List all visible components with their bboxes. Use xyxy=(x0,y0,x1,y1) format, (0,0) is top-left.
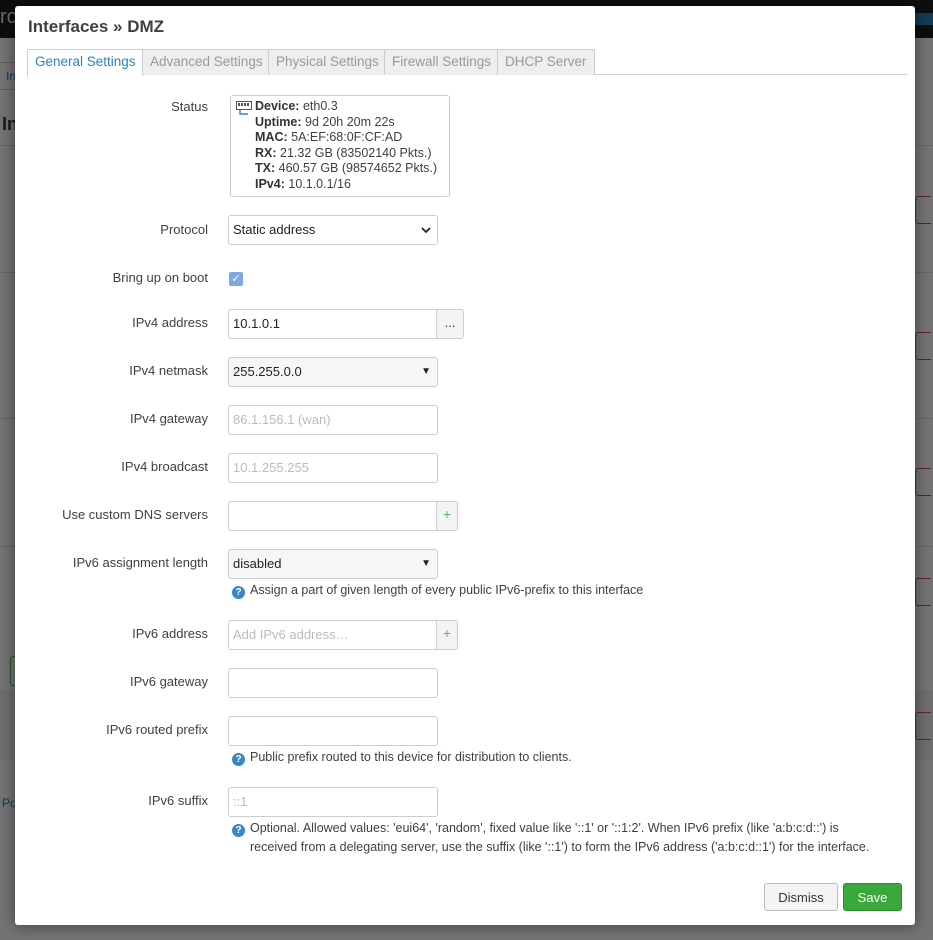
boot-label: Bring up on boot xyxy=(112,270,208,285)
ipv6-prefix-input[interactable] xyxy=(228,716,438,746)
dns-add-button[interactable]: + xyxy=(436,501,458,531)
ipv4-address-input[interactable]: 10.1.0.1 xyxy=(228,309,437,339)
help-icon: ? xyxy=(232,753,245,766)
network-port-icon xyxy=(236,101,252,115)
dns-label: Use custom DNS servers xyxy=(62,507,208,522)
ipv4-address-more-button[interactable]: ... xyxy=(436,309,464,339)
dropdown-arrow-icon: ▼ xyxy=(421,366,431,377)
ipv6-address-add-button[interactable]: + xyxy=(436,620,458,650)
dismiss-button[interactable]: Dismiss xyxy=(764,883,838,911)
dialog-title: Interfaces » DMZ xyxy=(28,17,165,36)
tab-physical-settings[interactable]: Physical Settings xyxy=(268,49,387,75)
status-ipv4: IPv4: 10.1.0.1/16 xyxy=(255,176,351,191)
ipv6-prefix-help: Public prefix routed to this device for … xyxy=(250,750,572,764)
tab-advanced-settings[interactable]: Advanced Settings xyxy=(142,49,271,75)
ipv4-broadcast-label: IPv4 broadcast xyxy=(121,459,208,474)
ipv6-suffix-help: Optional. Allowed values: 'eui64', 'rand… xyxy=(250,819,869,857)
help-icon: ? xyxy=(232,824,245,837)
ipv4-netmask-label: IPv4 netmask xyxy=(129,363,208,378)
ipv4-netmask-value: 255.255.0.0 xyxy=(233,364,302,379)
tab-firewall-settings[interactable]: Firewall Settings xyxy=(384,49,500,75)
ipv4-gateway-label: IPv4 gateway xyxy=(129,411,208,426)
boot-checkbox[interactable]: ✓ xyxy=(229,272,243,286)
ipv6-address-input[interactable]: Add IPv6 address… xyxy=(228,620,437,650)
ipv6-address-label: IPv6 address xyxy=(132,626,208,641)
ipv6-gateway-label: IPv6 gateway xyxy=(129,674,208,689)
tab-dhcp-server[interactable]: DHCP Server xyxy=(497,49,595,75)
ipv6-suffix-input[interactable]: ::1 xyxy=(228,787,438,817)
dns-input[interactable] xyxy=(228,501,437,531)
ipv4-broadcast-input[interactable]: 10.1.255.255 xyxy=(228,453,438,483)
ipv4-netmask-select[interactable]: 255.255.0.0 ▼ xyxy=(228,357,438,387)
tab-bar: General Settings Advanced Settings Physi… xyxy=(27,49,907,76)
status-tx: TX: 460.57 GB (98574652 Pkts.) xyxy=(255,161,438,175)
dropdown-arrow-icon: ▼ xyxy=(421,558,431,569)
chevron-down-icon xyxy=(421,227,431,234)
status-mac: MAC: 5A:EF:68:0F:CF:AD xyxy=(255,130,403,144)
save-button[interactable]: Save xyxy=(843,883,902,911)
protocol-select[interactable]: Static address xyxy=(228,215,438,245)
interface-edit-dialog: Interfaces » DMZ General Settings Advanc… xyxy=(15,6,915,925)
protocol-label: Protocol xyxy=(160,222,208,237)
status-rx: RX: 21.32 GB (83502140 Pkts.) xyxy=(255,145,432,160)
protocol-value: Static address xyxy=(233,222,316,237)
status-uptime: Uptime: 9d 20h 20m 22s xyxy=(255,114,395,129)
status-label: Status xyxy=(171,99,208,114)
ipv6-assign-select[interactable]: disabled ▼ xyxy=(228,549,438,579)
ipv6-gateway-input[interactable] xyxy=(228,668,438,698)
check-icon: ✓ xyxy=(231,273,241,285)
ipv4-address-label: IPv4 address xyxy=(132,315,208,330)
ipv4-gateway-input[interactable]: 86.1.156.1 (wan) xyxy=(228,405,438,435)
ipv6-assign-label: IPv6 assignment length xyxy=(72,555,208,570)
ipv6-assign-help: Assign a part of given length of every p… xyxy=(250,583,644,597)
tab-general-settings[interactable]: General Settings xyxy=(27,49,144,76)
ipv6-suffix-label: IPv6 suffix xyxy=(148,793,208,808)
status-device: Device: eth0.3 xyxy=(255,99,338,113)
status-box: Device: eth0.3 Uptime: 9d 20h 20m 22s MA… xyxy=(230,95,450,197)
help-icon: ? xyxy=(232,586,245,599)
ipv6-suffix-help-line: received from a delegating server, use t… xyxy=(250,840,870,854)
ipv6-suffix-help-line: Optional. Allowed values: 'eui64', 'rand… xyxy=(250,821,839,835)
ipv6-assign-value: disabled xyxy=(233,556,282,571)
ipv6-prefix-label: IPv6 routed prefix xyxy=(106,722,208,737)
